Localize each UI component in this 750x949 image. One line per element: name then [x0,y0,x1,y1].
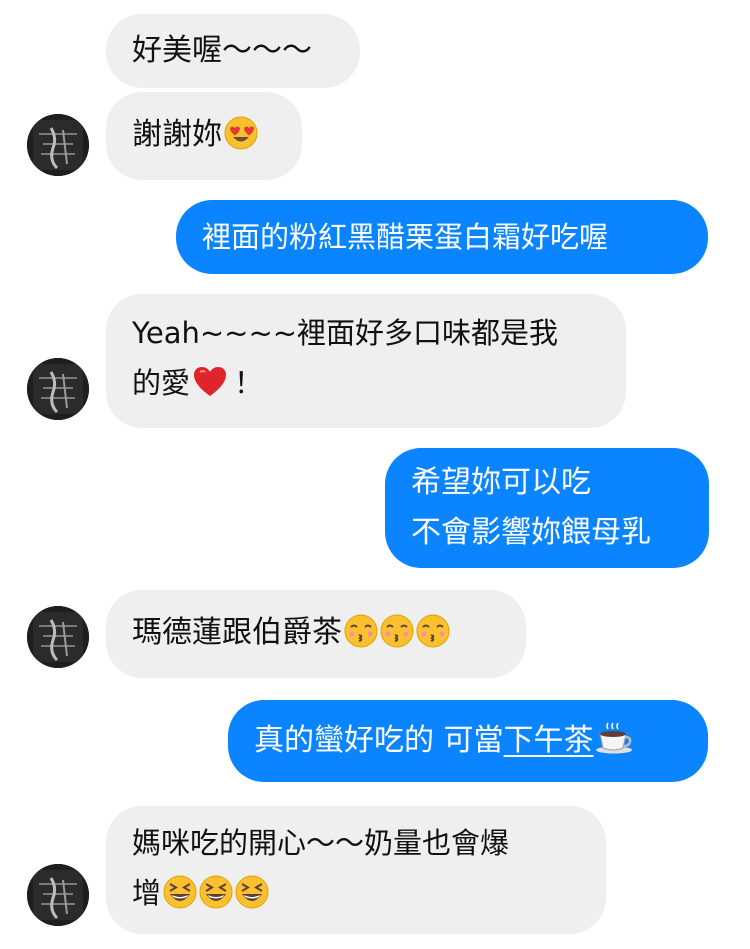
contact-avatar[interactable] [27,606,89,668]
kissing-emoji-icon [344,614,378,648]
contact-avatar[interactable] [27,864,89,926]
message-line-2: 不會影響妳餵母乳 [411,515,651,550]
message-line-1: 媽咪吃的開心～～奶量也會爆 [132,826,510,860]
kissing-emoji-icon [416,614,450,648]
chat-thread: 好美喔～～～ 謝謝妳 裡面的粉紅黑醋栗蛋白霜好吃喔 Yeah~~~~裡面好多口味… [0,0,750,949]
grinning-squinting-emoji-icon [199,875,233,909]
heart-eyes-emoji-icon [224,116,258,150]
message-text: 的愛 [132,366,191,400]
message-line-1: Yeah~~~~裡面好多口味都是我 [132,316,559,350]
message-line-1: 希望妳可以吃 [411,465,591,500]
message-text: 增 [132,876,162,910]
message-text: 瑪德蓮跟伯爵茶 [132,615,342,650]
incoming-message-bubble[interactable]: 謝謝妳 [106,92,302,180]
incoming-message-bubble[interactable]: Yeah~~~~裡面好多口味都是我 的愛 ！ [106,294,626,428]
message-text: 裡面的粉紅黑醋栗蛋白霜好吃喔 [202,220,609,254]
message-text: 真的蠻好吃的 可當 [254,723,504,758]
avatar-image [27,358,89,420]
message-text: 謝謝妳 [132,117,222,152]
message-line-2: 增 [132,868,580,918]
avatar-image [27,864,89,926]
incoming-message-bubble[interactable]: 瑪德蓮跟伯爵茶 [106,590,526,678]
avatar-image [27,114,89,176]
avatar-image [27,606,89,668]
contact-avatar[interactable] [27,358,89,420]
outgoing-message-bubble[interactable]: 真的蠻好吃的 可當下午茶 [228,700,708,782]
message-punctuation: ！ [234,366,264,400]
outgoing-message-bubble[interactable]: 裡面的粉紅黑醋栗蛋白霜好吃喔 [176,200,708,274]
incoming-message-bubble[interactable]: 媽咪吃的開心～～奶量也會爆 增 [106,806,606,934]
kissing-emoji-icon [380,614,414,648]
incoming-message-bubble[interactable]: 好美喔～～～ [106,14,360,88]
message-line-2: 的愛 ！ [132,358,600,408]
underlined-link-text[interactable]: 下午茶 [504,723,594,758]
grinning-squinting-emoji-icon [235,875,269,909]
contact-avatar[interactable] [27,114,89,176]
message-text: 好美喔～～～ [132,33,312,68]
grinning-squinting-emoji-icon [163,875,197,909]
outgoing-message-bubble[interactable]: 希望妳可以吃 不會影響妳餵母乳 [385,448,709,568]
hot-beverage-icon [595,722,632,754]
red-heart-icon [194,367,227,396]
